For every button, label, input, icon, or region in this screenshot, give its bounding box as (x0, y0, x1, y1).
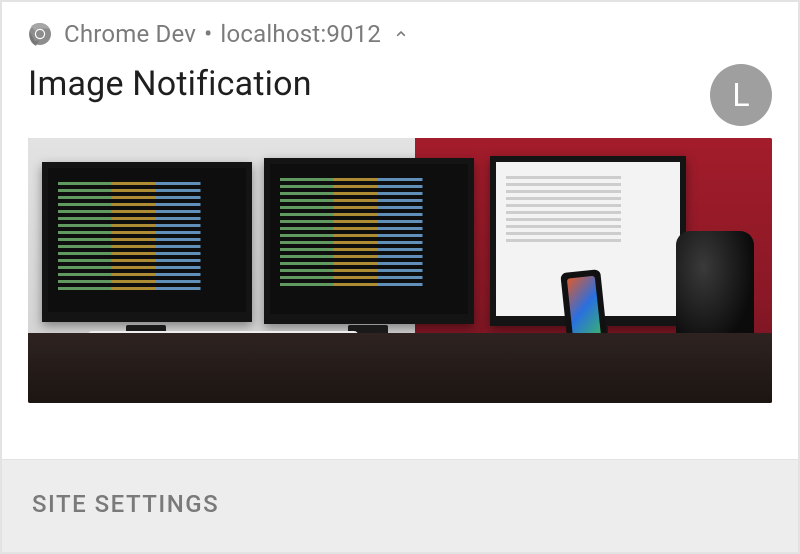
notification-header[interactable]: Chrome Dev • localhost:9012 (2, 2, 798, 54)
origin-host: localhost:9012 (220, 20, 381, 48)
notification-card: Chrome Dev • localhost:9012 Image Notifi… (0, 0, 800, 554)
separator-dot: • (204, 20, 212, 48)
notification-title: Image Notification (28, 64, 312, 104)
notification-image (28, 138, 772, 403)
notification-title-row: Image Notification L (2, 54, 798, 134)
notification-actions: SITE SETTINGS (2, 459, 798, 552)
notification-source-text: Chrome Dev • localhost:9012 (64, 20, 381, 48)
app-name: Chrome Dev (64, 20, 196, 48)
chevron-up-icon[interactable] (393, 26, 409, 42)
badge-letter: L (732, 76, 749, 114)
app-badge: L (710, 64, 772, 126)
notification-image-area (2, 134, 798, 459)
chrome-icon (28, 22, 52, 46)
site-settings-button[interactable]: SITE SETTINGS (32, 490, 219, 518)
